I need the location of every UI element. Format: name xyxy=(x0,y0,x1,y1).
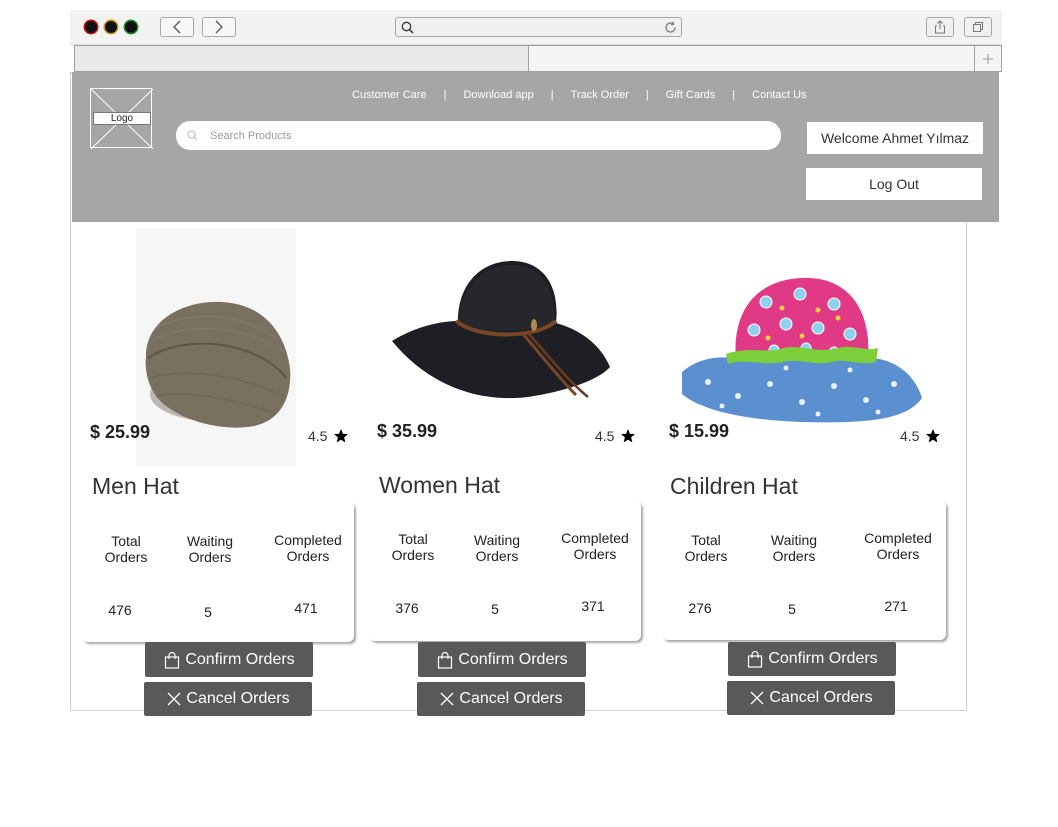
cancel-orders-label: Cancel Orders xyxy=(769,689,873,706)
waiting-orders-label: Waiting Orders xyxy=(186,533,234,565)
tab-active[interactable] xyxy=(74,45,529,72)
minimize-window-icon[interactable] xyxy=(105,21,117,33)
product-price: $ 25.99 xyxy=(90,422,151,442)
rating-value: 4.5 xyxy=(595,428,615,444)
share-button[interactable] xyxy=(926,17,954,37)
link-gift-cards[interactable]: Gift Cards xyxy=(666,89,716,101)
shopping-bag-icon xyxy=(438,651,453,669)
new-tab-button[interactable] xyxy=(974,45,1002,72)
product-rating: 4.5 xyxy=(308,428,349,444)
address-bar[interactable] xyxy=(395,17,682,37)
cancel-orders-button[interactable]: Cancel Orders xyxy=(417,682,585,716)
link-separator: | xyxy=(550,89,554,101)
logo[interactable]: Logo xyxy=(90,88,153,149)
top-links: Customer Care | Download app | Track Ord… xyxy=(352,87,807,103)
site-header: Logo Customer Care | Download app | Trac… xyxy=(72,72,999,222)
cancel-orders-label: Cancel Orders xyxy=(459,690,563,707)
welcome-message: Welcome Ahmet Yılmaz xyxy=(807,122,983,154)
product-price: $ 35.99 xyxy=(377,421,438,441)
flat-cap-icon xyxy=(145,301,291,428)
completed-orders-value: 471 xyxy=(294,600,318,616)
browser-toolbar xyxy=(70,10,1002,45)
waiting-orders-label: Waiting Orders xyxy=(770,532,818,564)
waiting-orders-value: 5 xyxy=(204,604,212,620)
product-rating: 4.5 xyxy=(900,428,941,444)
tab-strip xyxy=(74,45,1002,72)
back-button[interactable] xyxy=(160,17,194,37)
tab-inactive[interactable] xyxy=(528,45,975,72)
share-icon xyxy=(935,20,945,34)
rating-value: 4.5 xyxy=(308,428,328,444)
product-rating: 4.5 xyxy=(595,428,636,444)
shopping-bag-icon xyxy=(165,651,180,669)
logout-button[interactable]: Log Out xyxy=(806,168,982,200)
link-separator: | xyxy=(645,89,649,101)
rating-value: 4.5 xyxy=(900,428,920,444)
total-orders-label: Total Orders xyxy=(391,531,435,563)
order-stats-card: Total Orders Waiting Orders Completed Or… xyxy=(369,501,641,641)
link-customer-care[interactable]: Customer Care xyxy=(352,89,427,101)
close-icon xyxy=(167,692,181,706)
link-download-app[interactable]: Download app xyxy=(463,89,533,101)
product-name: Men Hat xyxy=(92,473,179,499)
search-icon xyxy=(401,21,414,34)
close-window-icon[interactable] xyxy=(85,21,97,33)
product-image-children-hat[interactable] xyxy=(678,272,924,427)
shopping-bag-icon xyxy=(748,650,763,668)
confirm-orders-button[interactable]: Confirm Orders xyxy=(145,642,313,677)
product-name: Children Hat xyxy=(670,473,798,499)
search-input[interactable] xyxy=(208,127,752,145)
tabs-button[interactable] xyxy=(964,17,992,37)
order-stats-card: Total Orders Waiting Orders Completed Or… xyxy=(662,501,946,640)
cancel-orders-label: Cancel Orders xyxy=(186,690,290,707)
completed-orders-value: 271 xyxy=(884,598,908,614)
wide-brim-hat-icon xyxy=(392,261,610,399)
order-stats-card: Total Orders Waiting Orders Completed Or… xyxy=(82,502,354,642)
product-price: $ 15.99 xyxy=(669,421,730,441)
total-orders-value: 476 xyxy=(108,602,132,618)
completed-orders-label: Completed Orders xyxy=(864,530,932,562)
total-orders-value: 276 xyxy=(688,600,712,616)
bucket-hat-icon xyxy=(682,277,922,423)
search-bar xyxy=(176,121,781,150)
completed-orders-label: Completed Orders xyxy=(274,532,342,564)
close-icon xyxy=(750,691,764,705)
total-orders-value: 376 xyxy=(395,600,419,616)
forward-icon xyxy=(215,20,223,34)
total-orders-label: Total Orders xyxy=(684,532,728,564)
total-orders-label: Total Orders xyxy=(104,533,148,565)
forward-button[interactable] xyxy=(202,17,236,37)
star-icon xyxy=(621,429,636,443)
back-icon xyxy=(173,20,181,34)
link-track-order[interactable]: Track Order xyxy=(571,89,629,101)
plus-icon xyxy=(983,53,993,64)
product-image-men-hat[interactable] xyxy=(136,228,296,466)
maximize-window-icon[interactable] xyxy=(125,21,137,33)
cancel-orders-button[interactable]: Cancel Orders xyxy=(144,682,312,716)
cancel-orders-button[interactable]: Cancel Orders xyxy=(727,681,895,715)
waiting-orders-label: Waiting Orders xyxy=(473,532,521,564)
waiting-orders-value: 5 xyxy=(788,601,796,617)
confirm-orders-button[interactable]: Confirm Orders xyxy=(418,642,586,677)
completed-orders-value: 371 xyxy=(581,598,605,614)
tabs-icon xyxy=(973,22,983,32)
product-name: Women Hat xyxy=(379,472,501,498)
link-separator: | xyxy=(732,89,736,101)
logo-label: Logo xyxy=(93,112,151,125)
star-icon xyxy=(926,429,941,443)
waiting-orders-value: 5 xyxy=(491,601,499,617)
star-icon xyxy=(334,429,349,443)
search-icon xyxy=(187,130,198,141)
close-icon xyxy=(440,692,454,706)
completed-orders-label: Completed Orders xyxy=(561,530,629,562)
link-separator: | xyxy=(443,89,447,101)
product-image-women-hat[interactable] xyxy=(388,255,614,410)
confirm-orders-button[interactable]: Confirm Orders xyxy=(728,642,896,676)
link-contact-us[interactable]: Contact Us xyxy=(752,89,806,101)
confirm-orders-label: Confirm Orders xyxy=(185,650,295,668)
confirm-orders-label: Confirm Orders xyxy=(458,650,568,668)
reload-icon[interactable] xyxy=(664,21,677,34)
confirm-orders-label: Confirm Orders xyxy=(768,650,878,667)
